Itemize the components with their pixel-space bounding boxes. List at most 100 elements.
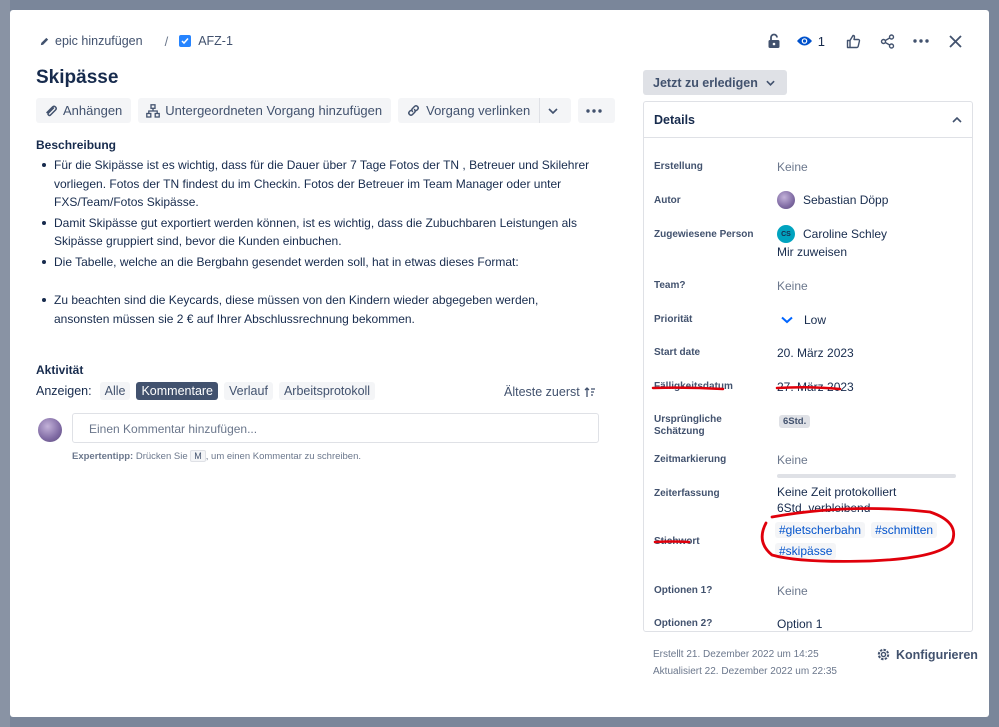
details-panel: Details Erstellung Keine Autor Sebastian… <box>643 101 973 632</box>
description-item: Damit Skipässe gut exportiert werden kön… <box>36 214 591 251</box>
filter-worklog[interactable]: Arbeitsprotokoll <box>278 382 376 400</box>
label-tag[interactable]: #skipässe <box>775 543 837 559</box>
modal-header: epic hinzufügen / AFZ-1 1 <box>36 28 969 54</box>
comment-input[interactable]: Einen Kommentar hinzufügen... <box>72 413 599 443</box>
field-label: Priorität <box>654 314 693 325</box>
author-user[interactable]: Sebastian Döpp <box>777 191 888 209</box>
activity-heading: Aktivität <box>36 363 84 377</box>
field-label: Zeitmarkierung <box>654 454 727 465</box>
pencil-icon <box>36 33 52 49</box>
pro-tip: Expertentipp: Drücken Sie M, um einen Ko… <box>72 450 361 462</box>
breadcrumb: epic hinzufügen / AFZ-1 <box>36 33 233 49</box>
breadcrumb-separator: / <box>164 33 169 49</box>
avatar: CS <box>777 225 795 243</box>
assign-to-me-link[interactable]: Mir zuweisen <box>777 245 847 259</box>
gear-icon <box>877 648 890 661</box>
header-actions: 1 <box>754 28 969 54</box>
watch-button[interactable]: 1 <box>796 34 825 49</box>
priority-low-icon <box>781 316 793 324</box>
time-logged: Keine Zeit protokolliert <box>777 485 897 499</box>
status-dropdown[interactable]: Jetzt zu erledigen <box>643 70 787 95</box>
filter-history[interactable]: Verlauf <box>224 382 273 400</box>
field-value[interactable]: 27. März 2023 <box>777 380 854 394</box>
background-strip <box>0 0 10 727</box>
configure-button[interactable]: Konfigurieren <box>876 647 978 662</box>
field-label: Autor <box>654 195 681 206</box>
current-user-avatar <box>38 418 62 442</box>
description-item: Die Tabelle, welche an die Bergbahn gese… <box>36 253 591 272</box>
updated-date: Aktualisiert 22. Dezember 2022 um 22:35 <box>653 666 837 677</box>
add-epic-link[interactable]: epic hinzufügen <box>55 34 143 48</box>
description-item: Zu beachten sind die Keycards, diese müs… <box>36 291 591 328</box>
close-icon[interactable] <box>941 28 969 54</box>
add-subtask-button[interactable]: Untergeordneten Vorgang hinzufügen <box>138 98 392 123</box>
field-value[interactable]: Keine <box>777 453 808 467</box>
details-header[interactable]: Details <box>644 102 972 138</box>
status-label: Jetzt zu erledigen <box>653 75 758 90</box>
issue-toolbar: Anhängen Untergeordneten Vorgang hinzufü… <box>36 98 622 123</box>
more-toolbar-button[interactable] <box>578 98 616 123</box>
link-issue-button[interactable]: Vorgang verlinken <box>398 98 540 123</box>
issue-modal: epic hinzufügen / AFZ-1 1 Skipässe Anhän… <box>10 10 989 717</box>
add-subtask-label: Untergeordneten Vorgang hinzufügen <box>165 103 383 118</box>
link-issue-dropdown[interactable] <box>539 98 572 123</box>
task-type-icon <box>179 35 192 47</box>
assignee-user[interactable]: CS Caroline Schley <box>777 225 887 243</box>
field-label: Erstellung <box>654 161 703 172</box>
estimate-pill: 6Std. <box>779 415 811 428</box>
time-tracking-value[interactable]: Keine Zeit protokolliert 6Std. verbleibe… <box>777 474 956 516</box>
details-heading: Details <box>654 112 695 127</box>
sort-button[interactable]: Älteste zuerst <box>504 385 596 399</box>
more-actions-icon[interactable] <box>907 28 935 54</box>
labels-value[interactable]: #gletscherbahn #schmitten #skipässe <box>775 522 965 564</box>
sort-label: Älteste zuerst <box>504 385 580 399</box>
avatar <box>777 191 795 209</box>
attach-button[interactable]: Anhängen <box>36 98 132 123</box>
field-label: Optionen 2? <box>654 618 713 629</box>
field-label: Optionen 1? <box>654 585 713 596</box>
time-remaining: 6Std. verbleibend <box>777 501 871 515</box>
filter-all[interactable]: Alle <box>99 382 131 400</box>
more-icon <box>586 108 602 113</box>
pro-tip-post: , um einen Kommentar zu schreiben. <box>205 451 362 462</box>
filter-comments[interactable]: Kommentare <box>136 382 219 400</box>
description-body[interactable]: Für die Skipässe ist es wichtig, dass fü… <box>36 156 591 330</box>
attach-label: Anhängen <box>63 103 123 118</box>
field-value[interactable]: 20. März 2023 <box>777 346 854 360</box>
chevron-up-icon[interactable] <box>952 116 962 123</box>
field-value[interactable]: Keine <box>777 279 808 293</box>
show-label: Anzeigen: <box>36 384 92 398</box>
label-tag[interactable]: #schmitten <box>871 522 938 538</box>
watch-count: 1 <box>817 33 825 49</box>
field-value[interactable]: 6Std. <box>779 413 811 428</box>
field-label: Zugewiesene Person <box>654 229 754 240</box>
field-value[interactable]: Keine <box>777 584 808 598</box>
field-value[interactable]: Option 1 <box>777 617 822 631</box>
share-icon[interactable] <box>873 28 901 54</box>
assignee-name: Caroline Schley <box>803 227 888 241</box>
link-icon <box>408 105 420 116</box>
thumbs-up-icon[interactable] <box>839 28 867 54</box>
paperclip-icon <box>46 105 57 116</box>
chevron-down-icon <box>766 80 775 86</box>
hierarchy-icon <box>146 103 161 118</box>
priority-value[interactable]: Low <box>777 313 826 327</box>
field-label: Stichwort <box>654 536 700 547</box>
description-heading: Beschreibung <box>36 138 117 152</box>
pro-tip-pre: Drücken Sie <box>135 451 188 462</box>
priority-text: Low <box>804 313 827 327</box>
lock-icon[interactable] <box>760 28 788 54</box>
pro-tip-label: Expertentipp: <box>72 451 134 462</box>
field-value[interactable]: Keine <box>777 160 808 174</box>
field-label: Team? <box>654 280 686 291</box>
field-label: Start date <box>654 347 701 358</box>
created-date: Erstellt 21. Dezember 2022 um 14:25 <box>653 649 819 660</box>
issue-metadata: Erstellt 21. Dezember 2022 um 14:25 Aktu… <box>653 646 837 680</box>
field-label: Fälligkeitsdatum <box>654 381 733 392</box>
issue-key-link[interactable]: AFZ-1 <box>198 34 233 48</box>
field-label: Ursprüngliche Schätzung <box>654 414 764 438</box>
issue-title[interactable]: Skipässe <box>36 67 118 89</box>
field-label-line: Ursprüngliche <box>654 414 722 425</box>
activity-filter: Anzeigen: Alle Kommentare Verlauf Arbeit… <box>36 382 381 400</box>
label-tag[interactable]: #gletscherbahn <box>775 522 866 538</box>
